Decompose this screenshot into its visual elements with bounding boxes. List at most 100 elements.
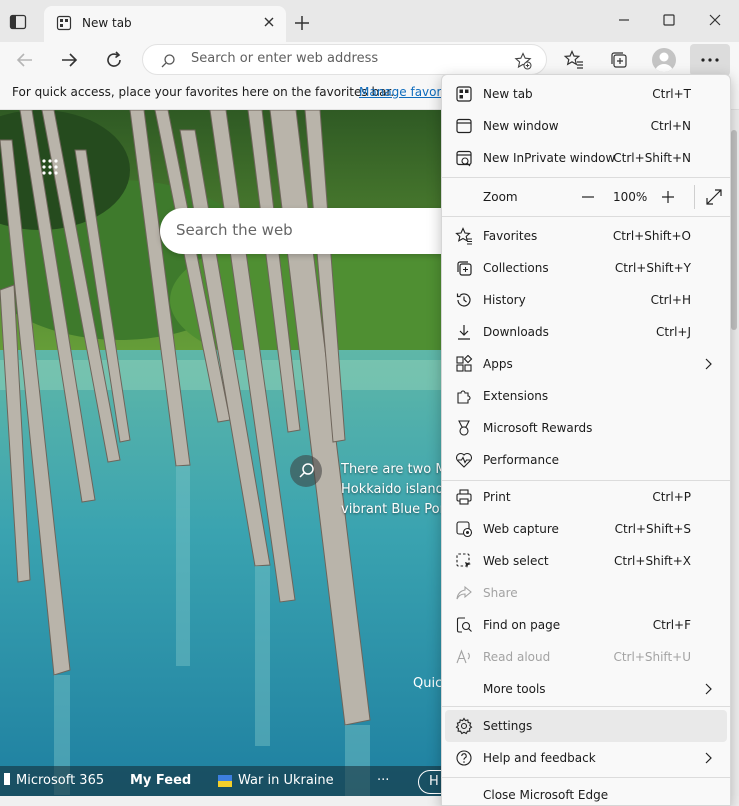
rewards-icon bbox=[455, 419, 473, 437]
image-info-search-icon[interactable] bbox=[290, 455, 322, 487]
menu-item-label: Apps bbox=[483, 357, 513, 371]
web-search-box[interactable] bbox=[160, 208, 450, 254]
window-icon bbox=[455, 117, 473, 135]
zoom-in-icon[interactable] bbox=[655, 186, 681, 208]
menu-item-more-tools[interactable]: More tools bbox=[445, 673, 727, 705]
profile-avatar[interactable] bbox=[652, 48, 676, 72]
menu-item-new-inprivate-window[interactable]: New InPrivate window Ctrl+Shift+N bbox=[445, 142, 727, 174]
menu-item-apps[interactable]: Apps bbox=[445, 348, 727, 380]
menu-item-shortcut: Ctrl+Shift+X bbox=[614, 554, 691, 568]
performance-icon bbox=[455, 451, 473, 469]
favorites-icon bbox=[455, 227, 473, 245]
menu-separator bbox=[442, 777, 730, 778]
new-tab-plus-icon[interactable] bbox=[292, 13, 312, 33]
settings-and-more-button[interactable] bbox=[690, 44, 730, 76]
quick-links-label: Quick links bbox=[413, 676, 443, 691]
menu-item-label: History bbox=[483, 293, 526, 307]
caption-line: There are two M bbox=[341, 462, 441, 477]
menu-separator bbox=[442, 216, 730, 217]
favorites-toolbar-icon[interactable] bbox=[563, 49, 585, 71]
close-window-icon[interactable] bbox=[700, 8, 730, 32]
zoom-out-icon[interactable] bbox=[575, 186, 601, 208]
feed-navigation-strip: Microsoft 365 My Feed War in Ukraine ···… bbox=[0, 766, 458, 796]
maximize-icon[interactable] bbox=[654, 8, 684, 32]
microsoft-365-icon bbox=[4, 773, 10, 785]
chevron-right-icon bbox=[703, 358, 713, 370]
menu-item-label: Share bbox=[483, 586, 518, 600]
minimize-icon[interactable] bbox=[609, 8, 639, 32]
menu-item-performance[interactable]: Performance bbox=[445, 444, 727, 476]
menu-item-label: Read aloud bbox=[483, 650, 551, 664]
menu-item-settings[interactable]: Settings bbox=[445, 710, 727, 742]
menu-item-label: Close Microsoft Edge bbox=[483, 788, 609, 802]
zoom-level: 100% bbox=[613, 190, 648, 204]
menu-item-label: More tools bbox=[483, 682, 546, 696]
chevron-right-icon bbox=[703, 752, 713, 764]
menu-item-favorites[interactable]: Favorites Ctrl+Shift+O bbox=[445, 220, 727, 252]
menu-item-label: Web select bbox=[483, 554, 549, 568]
menu-item-label: Extensions bbox=[483, 389, 549, 403]
web-select-icon bbox=[455, 552, 473, 570]
add-favorite-icon[interactable] bbox=[514, 52, 532, 70]
refresh-icon[interactable] bbox=[102, 48, 126, 72]
address-bar[interactable] bbox=[142, 44, 547, 75]
tab-title: New tab bbox=[82, 16, 132, 30]
war-in-ukraine-tab[interactable]: War in Ukraine bbox=[238, 773, 334, 788]
menu-item-shortcut: Ctrl+T bbox=[652, 87, 691, 101]
scrollbar-thumb[interactable] bbox=[731, 130, 737, 330]
favorites-bar-hint: For quick access, place your favorites h… bbox=[12, 85, 395, 99]
menu-item-downloads[interactable]: Downloads Ctrl+J bbox=[445, 316, 727, 348]
menu-item-shortcut: Ctrl+F bbox=[652, 618, 691, 632]
app-launcher-icon[interactable] bbox=[41, 158, 59, 176]
menu-item-shortcut: Ctrl+Shift+U bbox=[613, 650, 691, 664]
apps-icon bbox=[455, 355, 473, 373]
collections-toolbar-icon[interactable] bbox=[608, 49, 630, 71]
print-icon bbox=[455, 488, 473, 506]
menu-item-web-capture[interactable]: Web capture Ctrl+Shift+S bbox=[445, 513, 727, 545]
settings-and-more-menu: New tab Ctrl+T New window Ctrl+N New InP… bbox=[441, 74, 731, 806]
menu-item-new-tab[interactable]: New tab Ctrl+T bbox=[445, 78, 727, 110]
menu-item-label: Web capture bbox=[483, 522, 559, 536]
microsoft-365-link[interactable]: Microsoft 365 bbox=[4, 773, 104, 788]
menu-item-print[interactable]: Print Ctrl+P bbox=[445, 481, 727, 513]
back-icon[interactable] bbox=[13, 48, 37, 72]
more-topics-button[interactable]: ··· bbox=[377, 773, 389, 788]
menu-item-extensions[interactable]: Extensions bbox=[445, 380, 727, 412]
collections-icon bbox=[455, 259, 473, 277]
menu-item-label: Performance bbox=[483, 453, 560, 467]
menu-item-find-on-page[interactable]: Find on page Ctrl+F bbox=[445, 609, 727, 641]
menu-item-new-window[interactable]: New window Ctrl+N bbox=[445, 110, 727, 142]
close-tab-icon[interactable] bbox=[262, 15, 276, 29]
menu-item-label: Find on page bbox=[483, 618, 561, 632]
address-input[interactable] bbox=[191, 51, 491, 66]
extensions-icon bbox=[455, 387, 473, 405]
zoom-label: Zoom bbox=[483, 190, 518, 204]
menu-item-label: Settings bbox=[483, 719, 533, 733]
menu-separator bbox=[442, 177, 730, 178]
menu-item-zoom: Zoom 100% bbox=[445, 181, 727, 213]
menu-item-label: Microsoft Rewards bbox=[483, 421, 593, 435]
tab-new-tab[interactable]: New tab bbox=[44, 6, 286, 42]
menu-item-shortcut: Ctrl+Shift+O bbox=[612, 229, 691, 243]
manage-favorites-link[interactable]: Manage favorites now bbox=[359, 85, 441, 99]
tab-actions-icon[interactable] bbox=[8, 12, 28, 32]
title-bar: New tab bbox=[0, 0, 739, 42]
menu-item-collections[interactable]: Collections Ctrl+Shift+Y bbox=[445, 252, 727, 284]
microsoft-365-label: Microsoft 365 bbox=[16, 773, 105, 788]
menu-item-help-and-feedback[interactable]: Help and feedback bbox=[445, 742, 727, 774]
my-feed-tab[interactable]: My Feed bbox=[130, 773, 191, 788]
help-icon bbox=[455, 749, 473, 767]
forward-icon[interactable] bbox=[57, 48, 81, 72]
menu-item-label: New window bbox=[483, 119, 559, 133]
menu-item-label: Print bbox=[483, 490, 511, 504]
web-search-input[interactable] bbox=[176, 221, 436, 239]
image-caption[interactable]: There are two M Hokkaido island vibrant … bbox=[341, 460, 441, 520]
menu-item-microsoft-rewards[interactable]: Microsoft Rewards bbox=[445, 412, 727, 444]
share-icon bbox=[455, 584, 473, 602]
menu-item-label: Collections bbox=[483, 261, 549, 275]
menu-item-web-select[interactable]: Web select Ctrl+Shift+X bbox=[445, 545, 727, 577]
inprivate-icon bbox=[455, 149, 473, 167]
menu-item-history[interactable]: History Ctrl+H bbox=[445, 284, 727, 316]
fullscreen-icon[interactable] bbox=[703, 186, 725, 208]
menu-item-close-microsoft-edge[interactable]: Close Microsoft Edge bbox=[445, 779, 727, 806]
